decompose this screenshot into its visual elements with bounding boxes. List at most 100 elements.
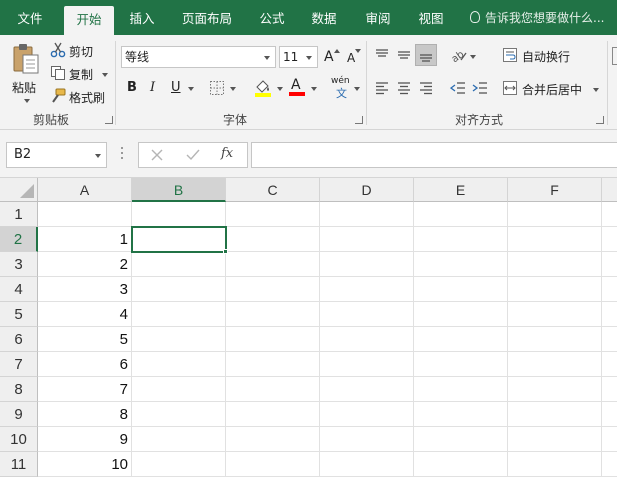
cell-f6[interactable] (508, 327, 602, 352)
cell-g8[interactable] (602, 377, 617, 402)
align-left-icon[interactable] (374, 80, 390, 96)
formula-input[interactable] (251, 142, 617, 168)
cell-b8[interactable] (132, 377, 226, 402)
cell-g10[interactable] (602, 427, 617, 452)
copy-button[interactable]: 复制 (50, 64, 110, 84)
column-header-d[interactable]: D (320, 178, 414, 202)
cell-e5[interactable] (414, 302, 508, 327)
column-header-c[interactable]: C (226, 178, 320, 202)
font-color-button[interactable]: A (288, 77, 306, 97)
cell-e10[interactable] (414, 427, 508, 452)
paste-button[interactable]: 粘贴 (8, 41, 44, 107)
tab-home[interactable]: 开始 (64, 6, 114, 35)
shrink-font-button[interactable]: A (345, 47, 363, 67)
format-painter-button[interactable]: 格式刷 (50, 87, 110, 107)
cut-button[interactable]: 剪切 (50, 41, 100, 61)
font-launcher-icon[interactable] (355, 116, 363, 124)
cell-g6[interactable] (602, 327, 617, 352)
row-header-5[interactable]: 5 (0, 302, 38, 327)
orientation-dropdown-icon[interactable] (470, 55, 476, 59)
cell-e3[interactable] (414, 252, 508, 277)
cell-g7[interactable] (602, 352, 617, 377)
cell-b6[interactable] (132, 327, 226, 352)
cell-g9[interactable] (602, 402, 617, 427)
row-header-8[interactable]: 8 (0, 377, 38, 402)
cell-g3[interactable] (602, 252, 617, 277)
tab-data[interactable]: 数据 (302, 0, 346, 35)
cell-d8[interactable] (320, 377, 414, 402)
insert-function-icon[interactable]: fx (221, 146, 233, 161)
cell-a11[interactable]: 10 (38, 452, 132, 477)
cell-e7[interactable] (414, 352, 508, 377)
row-header-9[interactable]: 9 (0, 402, 38, 427)
clipboard-launcher-icon[interactable] (105, 116, 113, 124)
tab-formulas[interactable]: 公式 (250, 0, 294, 35)
row-header-4[interactable]: 4 (0, 277, 38, 302)
column-header-f[interactable]: F (508, 178, 602, 202)
align-right-icon[interactable] (418, 80, 434, 96)
cell-c9[interactable] (226, 402, 320, 427)
decrease-indent-icon[interactable] (450, 80, 466, 96)
cell-b3[interactable] (132, 252, 226, 277)
cell-e2[interactable] (414, 227, 508, 252)
cell-b4[interactable] (132, 277, 226, 302)
cell-c6[interactable] (226, 327, 320, 352)
cell-e6[interactable] (414, 327, 508, 352)
row-header-6[interactable]: 6 (0, 327, 38, 352)
cell-c8[interactable] (226, 377, 320, 402)
row-header-7[interactable]: 7 (0, 352, 38, 377)
cell-f3[interactable] (508, 252, 602, 277)
wrap-text-button[interactable]: 自动换行 (502, 46, 582, 66)
grow-font-button[interactable]: A (323, 47, 341, 67)
cell-d1[interactable] (320, 202, 414, 227)
cell-e9[interactable] (414, 402, 508, 427)
cell-c2[interactable] (226, 227, 320, 252)
merge-center-button[interactable]: 合并后居中 (502, 79, 602, 99)
font-color-dropdown-icon[interactable] (311, 87, 317, 91)
cell-b5[interactable] (132, 302, 226, 327)
cell-f7[interactable] (508, 352, 602, 377)
cell-a9[interactable]: 8 (38, 402, 132, 427)
font-size-select[interactable]: 11 (279, 46, 318, 68)
cell-b1[interactable] (132, 202, 226, 227)
align-bottom-button[interactable] (415, 44, 437, 66)
tab-file[interactable]: 文件 (6, 0, 54, 35)
cell-g11[interactable] (602, 452, 617, 477)
cell-b7[interactable] (132, 352, 226, 377)
cell-f11[interactable] (508, 452, 602, 477)
font-name-select[interactable]: 等线 (121, 46, 276, 68)
row-header-3[interactable]: 3 (0, 252, 38, 277)
tab-insert[interactable]: 插入 (120, 0, 164, 35)
borders-dropdown-icon[interactable] (230, 87, 236, 91)
cell-c3[interactable] (226, 252, 320, 277)
cell-c5[interactable] (226, 302, 320, 327)
row-header-11[interactable]: 11 (0, 452, 38, 477)
column-header-b[interactable]: B (132, 178, 226, 202)
phonetic-button[interactable]: wén 文 (331, 75, 361, 100)
cell-c1[interactable] (226, 202, 320, 227)
cell-d9[interactable] (320, 402, 414, 427)
underline-button[interactable]: U (171, 80, 181, 95)
orientation-icon[interactable]: ab (450, 47, 468, 63)
cell-c11[interactable] (226, 452, 320, 477)
enter-check-icon[interactable] (186, 149, 200, 161)
bold-button[interactable]: B (127, 80, 137, 95)
cell-d10[interactable] (320, 427, 414, 452)
align-center-icon[interactable] (396, 80, 412, 96)
cell-c4[interactable] (226, 277, 320, 302)
fill-color-icon[interactable] (254, 78, 272, 98)
cell-a3[interactable]: 2 (38, 252, 132, 277)
cell-a1[interactable] (38, 202, 132, 227)
cell-g4[interactable] (602, 277, 617, 302)
column-header-e[interactable]: E (414, 178, 508, 202)
row-header-1[interactable]: 1 (0, 202, 38, 227)
column-header-partial[interactable] (602, 178, 617, 202)
cell-c10[interactable] (226, 427, 320, 452)
increase-indent-icon[interactable] (472, 80, 488, 96)
cell-a10[interactable]: 9 (38, 427, 132, 452)
cell-a2[interactable]: 1 (38, 227, 132, 252)
row-header-10[interactable]: 10 (0, 427, 38, 452)
cell-f8[interactable] (508, 377, 602, 402)
tab-page-layout[interactable]: 页面布局 (175, 0, 239, 35)
cell-g1[interactable] (602, 202, 617, 227)
